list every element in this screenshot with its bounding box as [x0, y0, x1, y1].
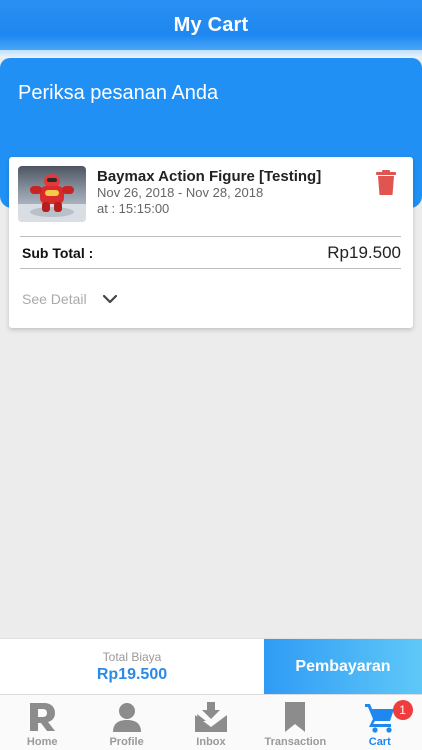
person-icon [112, 703, 141, 732]
total-label: Total Biaya [102, 650, 162, 664]
page-title: My Cart [173, 13, 249, 36]
item-dates: Nov 26, 2018 - Nov 28, 2018 [97, 185, 264, 200]
tab-transaction[interactable]: Transaction [253, 695, 337, 750]
sub-total-label: Sub Total : [22, 245, 94, 261]
item-title: Baymax Action Figure [Testing] [97, 168, 322, 185]
cart-item-card: Baymax Action Figure [Testing] Nov 26, 2… [9, 157, 413, 328]
pay-button[interactable]: Pembayaran [264, 639, 422, 695]
see-detail-button[interactable]: See Detail [22, 291, 117, 307]
cart-badge: 1 [392, 700, 413, 720]
bookmark-icon [285, 702, 306, 732]
tab-profile[interactable]: Profile [84, 695, 168, 750]
sub-total-value: Rp19.500 [327, 243, 401, 262]
trash-icon[interactable] [375, 170, 397, 198]
tab-cart[interactable]: 1 Cart [338, 695, 422, 750]
checkout-bar: Total Biaya Rp19.500 Pembayaran [0, 638, 422, 695]
inbox-icon [194, 702, 227, 732]
divider [20, 236, 401, 237]
tab-bar: Home Profile Inbox Transaction 1 Cart [0, 694, 422, 750]
tab-home[interactable]: Home [0, 695, 84, 750]
total-value: Rp19.500 [96, 666, 168, 683]
tab-inbox[interactable]: Inbox [169, 695, 253, 750]
tab-label: Home [26, 736, 58, 748]
home-logo-icon [30, 703, 56, 731]
item-time: at : 15:15:00 [97, 201, 170, 216]
banner-text: Periksa pesanan Anda [18, 82, 219, 104]
divider [20, 268, 401, 269]
tab-label: Inbox [196, 736, 226, 748]
tab-label: Profile [109, 736, 144, 748]
app-header: My Cart [0, 0, 422, 50]
header-divider [0, 50, 422, 58]
tab-label: Cart [368, 736, 391, 748]
chevron-down-icon [102, 294, 117, 303]
product-thumbnail [18, 166, 86, 222]
total-box: Total Biaya Rp19.500 [0, 639, 264, 695]
see-detail-label: See Detail [22, 291, 87, 307]
cart-icon [364, 704, 394, 733]
tab-label: Transaction [264, 736, 327, 748]
